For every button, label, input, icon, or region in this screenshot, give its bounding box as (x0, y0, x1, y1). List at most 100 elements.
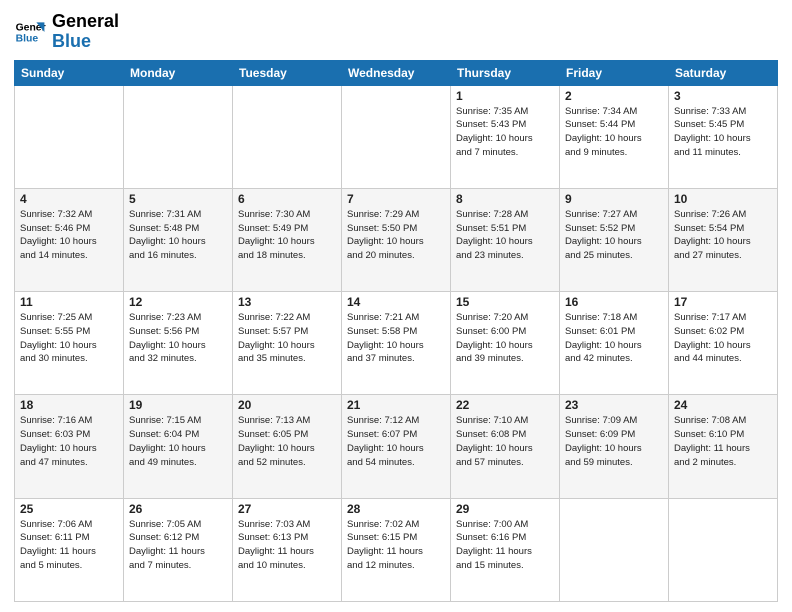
day-info: Sunrise: 7:16 AM Sunset: 6:03 PM Dayligh… (20, 414, 118, 469)
calendar-cell (669, 498, 778, 601)
calendar-cell: 3 Sunrise: 7:33 AM Sunset: 5:45 PM Daylig… (669, 85, 778, 188)
calendar-week-1: 1 Sunrise: 7:35 AM Sunset: 5:43 PM Daylig… (15, 85, 778, 188)
calendar-cell (124, 85, 233, 188)
calendar-cell: 11 Sunrise: 7:25 AM Sunset: 5:55 PM Dayli… (15, 292, 124, 395)
calendar-cell: 29Sunrise: 7:00 AM Sunset: 6:16 PM Dayli… (451, 498, 560, 601)
day-info: Sunrise: 7:35 AM Sunset: 5:43 PM Dayligh… (456, 105, 554, 160)
day-info: Sunrise: 7:32 AM Sunset: 5:46 PM Dayligh… (20, 208, 118, 263)
day-number: 13 (238, 295, 336, 309)
day-info: Sunrise: 7:12 AM Sunset: 6:07 PM Dayligh… (347, 414, 445, 469)
calendar-cell: 21 Sunrise: 7:12 AM Sunset: 6:07 PM Dayli… (342, 395, 451, 498)
calendar-cell: 23 Sunrise: 7:09 AM Sunset: 6:09 PM Dayli… (560, 395, 669, 498)
day-number: 24 (674, 398, 772, 412)
day-info: Sunrise: 7:17 AM Sunset: 6:02 PM Dayligh… (674, 311, 772, 366)
weekday-header-wednesday: Wednesday (342, 60, 451, 85)
day-info: Sunrise: 7:13 AM Sunset: 6:05 PM Dayligh… (238, 414, 336, 469)
day-info: Sunrise: 7:15 AM Sunset: 6:04 PM Dayligh… (129, 414, 227, 469)
day-number: 8 (456, 192, 554, 206)
day-info: Sunrise: 7:33 AM Sunset: 5:45 PM Dayligh… (674, 105, 772, 160)
day-info: Sunrise: 7:10 AM Sunset: 6:08 PM Dayligh… (456, 414, 554, 469)
day-number: 5 (129, 192, 227, 206)
calendar-cell (15, 85, 124, 188)
day-number: 9 (565, 192, 663, 206)
calendar-cell (233, 85, 342, 188)
day-number: 25 (20, 502, 118, 516)
day-info: Sunrise: 7:34 AM Sunset: 5:44 PM Dayligh… (565, 105, 663, 160)
day-info: Sunrise: 7:00 AM Sunset: 6:16 PM Dayligh… (456, 518, 554, 573)
weekday-header-saturday: Saturday (669, 60, 778, 85)
logo-text-general: GeneralBlue (52, 12, 119, 52)
day-number: 12 (129, 295, 227, 309)
day-info: Sunrise: 7:06 AM Sunset: 6:11 PM Dayligh… (20, 518, 118, 573)
day-info: Sunrise: 7:08 AM Sunset: 6:10 PM Dayligh… (674, 414, 772, 469)
day-number: 19 (129, 398, 227, 412)
day-number: 18 (20, 398, 118, 412)
logo: General Blue GeneralBlue (14, 12, 119, 52)
day-info: Sunrise: 7:23 AM Sunset: 5:56 PM Dayligh… (129, 311, 227, 366)
day-number: 21 (347, 398, 445, 412)
day-info: Sunrise: 7:02 AM Sunset: 6:15 PM Dayligh… (347, 518, 445, 573)
svg-text:Blue: Blue (16, 33, 39, 44)
calendar-cell: 19 Sunrise: 7:15 AM Sunset: 6:04 PM Dayli… (124, 395, 233, 498)
generalblue-logo-icon: General Blue (14, 16, 46, 48)
calendar-cell: 5 Sunrise: 7:31 AM Sunset: 5:48 PM Daylig… (124, 188, 233, 291)
day-info: Sunrise: 7:21 AM Sunset: 5:58 PM Dayligh… (347, 311, 445, 366)
calendar-week-2: 4 Sunrise: 7:32 AM Sunset: 5:46 PM Daylig… (15, 188, 778, 291)
weekday-header-tuesday: Tuesday (233, 60, 342, 85)
calendar-cell: 2 Sunrise: 7:34 AM Sunset: 5:44 PM Daylig… (560, 85, 669, 188)
day-info: Sunrise: 7:03 AM Sunset: 6:13 PM Dayligh… (238, 518, 336, 573)
weekday-header-sunday: Sunday (15, 60, 124, 85)
day-number: 15 (456, 295, 554, 309)
day-number: 4 (20, 192, 118, 206)
calendar-cell: 12 Sunrise: 7:23 AM Sunset: 5:56 PM Dayli… (124, 292, 233, 395)
day-number: 17 (674, 295, 772, 309)
weekday-header-monday: Monday (124, 60, 233, 85)
calendar-cell: 8 Sunrise: 7:28 AM Sunset: 5:51 PM Daylig… (451, 188, 560, 291)
day-info: Sunrise: 7:22 AM Sunset: 5:57 PM Dayligh… (238, 311, 336, 366)
calendar-cell: 22 Sunrise: 7:10 AM Sunset: 6:08 PM Dayli… (451, 395, 560, 498)
day-number: 16 (565, 295, 663, 309)
calendar-cell: 15Sunrise: 7:20 AM Sunset: 6:00 PM Dayli… (451, 292, 560, 395)
calendar-cell (560, 498, 669, 601)
day-info: Sunrise: 7:18 AM Sunset: 6:01 PM Dayligh… (565, 311, 663, 366)
day-info: Sunrise: 7:09 AM Sunset: 6:09 PM Dayligh… (565, 414, 663, 469)
day-number: 23 (565, 398, 663, 412)
day-number: 2 (565, 89, 663, 103)
day-number: 6 (238, 192, 336, 206)
calendar-cell: 14 Sunrise: 7:21 AM Sunset: 5:58 PM Dayli… (342, 292, 451, 395)
day-info: Sunrise: 7:26 AM Sunset: 5:54 PM Dayligh… (674, 208, 772, 263)
day-number: 22 (456, 398, 554, 412)
calendar-week-3: 11 Sunrise: 7:25 AM Sunset: 5:55 PM Dayli… (15, 292, 778, 395)
calendar-cell: 6 Sunrise: 7:30 AM Sunset: 5:49 PM Daylig… (233, 188, 342, 291)
day-number: 28 (347, 502, 445, 516)
weekday-header-friday: Friday (560, 60, 669, 85)
day-number: 26 (129, 502, 227, 516)
calendar-cell: 18 Sunrise: 7:16 AM Sunset: 6:03 PM Dayli… (15, 395, 124, 498)
day-info: Sunrise: 7:29 AM Sunset: 5:50 PM Dayligh… (347, 208, 445, 263)
day-info: Sunrise: 7:30 AM Sunset: 5:49 PM Dayligh… (238, 208, 336, 263)
calendar-cell: 25 Sunrise: 7:06 AM Sunset: 6:11 PM Dayli… (15, 498, 124, 601)
calendar-cell: 17 Sunrise: 7:17 AM Sunset: 6:02 PM Dayli… (669, 292, 778, 395)
day-number: 10 (674, 192, 772, 206)
day-info: Sunrise: 7:31 AM Sunset: 5:48 PM Dayligh… (129, 208, 227, 263)
day-number: 11 (20, 295, 118, 309)
day-info: Sunrise: 7:28 AM Sunset: 5:51 PM Dayligh… (456, 208, 554, 263)
day-info: Sunrise: 7:27 AM Sunset: 5:52 PM Dayligh… (565, 208, 663, 263)
calendar-cell: 27 Sunrise: 7:03 AM Sunset: 6:13 PM Dayli… (233, 498, 342, 601)
logo-text-blue: Blue (52, 31, 91, 51)
day-number: 1 (456, 89, 554, 103)
day-info: Sunrise: 7:25 AM Sunset: 5:55 PM Dayligh… (20, 311, 118, 366)
calendar-cell: 7Sunrise: 7:29 AM Sunset: 5:50 PM Daylig… (342, 188, 451, 291)
day-number: 27 (238, 502, 336, 516)
calendar-cell: 24 Sunrise: 7:08 AM Sunset: 6:10 PM Dayli… (669, 395, 778, 498)
page: General Blue GeneralBlue SundayMondayTue… (0, 0, 792, 612)
day-number: 14 (347, 295, 445, 309)
calendar-cell: 4 Sunrise: 7:32 AM Sunset: 5:46 PM Daylig… (15, 188, 124, 291)
day-number: 20 (238, 398, 336, 412)
calendar-cell: 10 Sunrise: 7:26 AM Sunset: 5:54 PM Dayli… (669, 188, 778, 291)
day-number: 3 (674, 89, 772, 103)
calendar-cell: 26Sunrise: 7:05 AM Sunset: 6:12 PM Dayli… (124, 498, 233, 601)
weekday-header-row: SundayMondayTuesdayWednesdayThursdayFrid… (15, 60, 778, 85)
calendar-cell: 13 Sunrise: 7:22 AM Sunset: 5:57 PM Dayli… (233, 292, 342, 395)
calendar-week-5: 25 Sunrise: 7:06 AM Sunset: 6:11 PM Dayli… (15, 498, 778, 601)
